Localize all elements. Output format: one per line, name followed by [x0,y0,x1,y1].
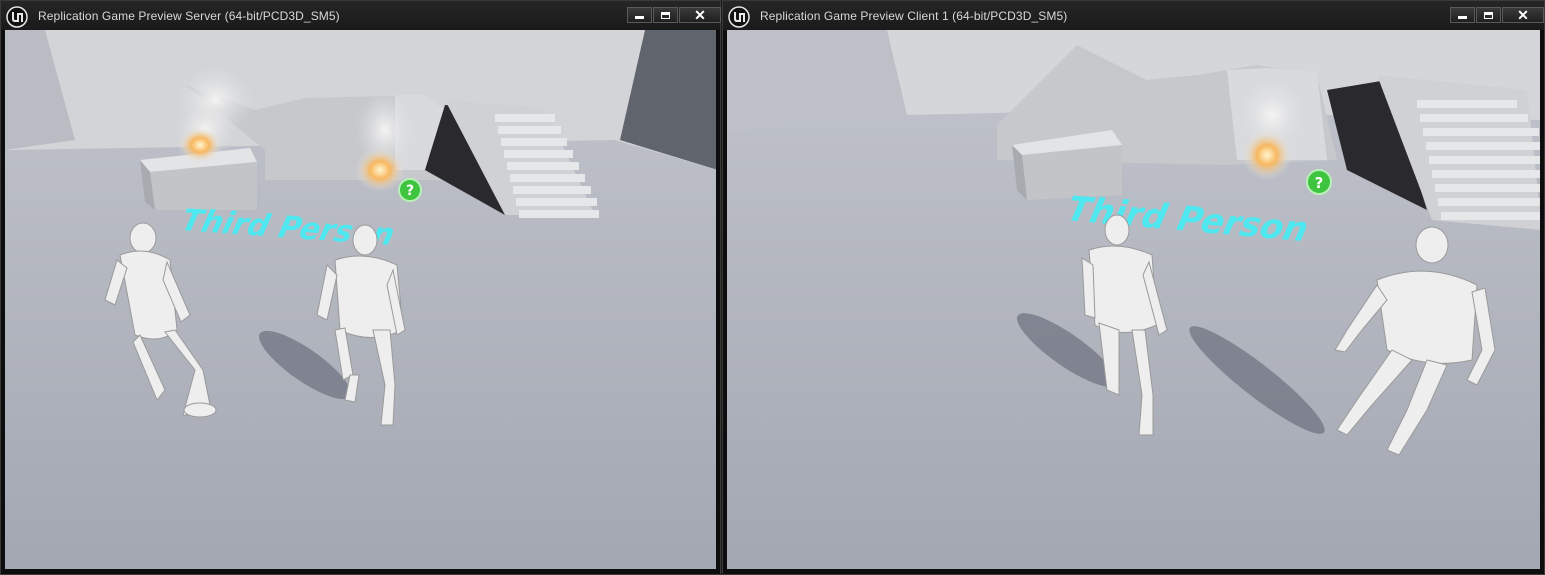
window-title: Replication Game Preview Client 1 (64-bi… [760,9,1068,23]
game-viewport[interactable]: ? Third Person [727,30,1540,569]
window-title: Replication Game Preview Server (64-bit/… [38,9,340,23]
left-wall [727,30,907,130]
game-scene: ? Third Person [5,30,716,569]
game-viewport[interactable]: ? Third Person [5,30,716,569]
client-titlebar[interactable]: Replication Game Preview Client 1 (64-bi… [723,1,1544,30]
close-icon: ✕ [1517,7,1529,23]
question-mark-icon[interactable]: ? [398,178,422,202]
maximize-button[interactable] [1476,7,1501,23]
close-button[interactable]: ✕ [1502,7,1544,23]
unreal-engine-logo-icon [6,6,28,28]
minimize-button[interactable] [627,7,652,23]
close-icon: ✕ [694,7,706,23]
minimize-button[interactable] [1450,7,1475,23]
window-controls: ✕ [1450,7,1544,23]
maximize-icon [661,11,670,19]
window-controls: ✕ [627,7,721,23]
close-button[interactable]: ✕ [679,7,721,23]
desktop: Replication Game Preview Server (64-bit/… [0,0,1545,575]
maximize-button[interactable] [653,7,678,23]
minimize-icon [635,16,644,19]
unreal-engine-logo-icon [728,6,750,28]
client-preview-window: Replication Game Preview Client 1 (64-bi… [722,0,1545,575]
game-scene: ? Third Person [727,30,1540,569]
svg-text:?: ? [406,183,414,199]
server-preview-window: Replication Game Preview Server (64-bit/… [0,0,721,575]
minimize-icon [1458,16,1467,19]
svg-text:?: ? [1315,174,1324,192]
server-titlebar[interactable]: Replication Game Preview Server (64-bit/… [1,1,721,30]
question-mark-icon[interactable]: ? [1306,169,1332,195]
maximize-icon [1484,11,1493,19]
